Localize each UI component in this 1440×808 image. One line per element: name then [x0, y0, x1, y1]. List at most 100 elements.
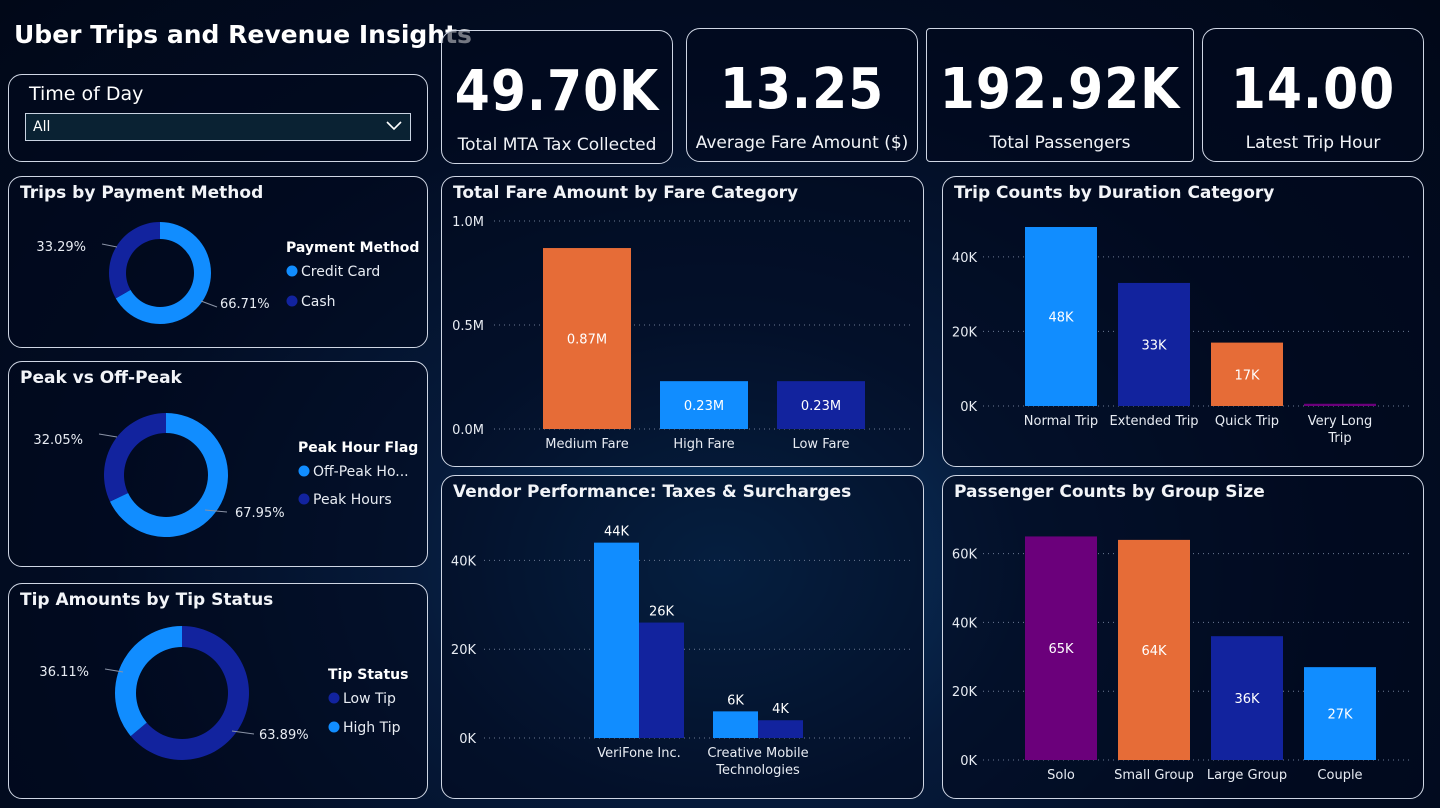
- legend-marker: [286, 265, 298, 277]
- y-tick-label: 60K: [952, 548, 978, 563]
- kpi-card-avg-fare: 13.25 Average Fare Amount ($): [686, 28, 918, 162]
- bar-data-label: 0.87M: [567, 333, 607, 348]
- bar-data-label: 64K: [1141, 644, 1167, 659]
- donut-slice[interactable]: [103, 413, 166, 502]
- x-tick-label: Couple: [1317, 768, 1362, 783]
- bar-data-label: 48K: [1048, 311, 1074, 326]
- slicer-label: Time of Day: [29, 83, 144, 105]
- kpi-label: Latest Trip Hour: [1245, 133, 1381, 153]
- duration-category-bar-chart: 0K 20K 40K 48K Normal Trip 33K Extended Trip 17…: [952, 227, 1411, 446]
- legend-title: Payment Method: [286, 240, 419, 256]
- x-tick-label: Small Group: [1114, 768, 1194, 783]
- x-tick-label: Large Group: [1207, 768, 1287, 783]
- kpi-card-passengers: 192.92K Total Passengers: [926, 28, 1194, 162]
- kpi-value: 49.70K: [454, 59, 660, 124]
- legend-item[interactable]: Off-Peak Ho...: [313, 464, 409, 480]
- x-tick-label: High Fare: [673, 437, 734, 452]
- kpi-label: Total MTA Tax Collected: [457, 135, 657, 155]
- y-tick-label: 20K: [952, 685, 978, 700]
- x-tick-label: VeriFone Inc.: [597, 746, 681, 761]
- time-of-day-slicer: Time of Day All: [8, 74, 428, 162]
- x-tick-label: Trip: [1327, 431, 1351, 446]
- kpi-label: Total Passengers: [989, 133, 1131, 153]
- x-tick-label: Solo: [1047, 768, 1075, 783]
- y-tick-label: 20K: [952, 325, 978, 340]
- x-tick-label: Quick Trip: [1215, 414, 1279, 429]
- chevron-down-icon: [386, 121, 402, 131]
- y-tick-label: 20K: [451, 643, 477, 658]
- bar[interactable]: [639, 622, 684, 738]
- legend-item[interactable]: High Tip: [343, 720, 401, 736]
- bar-data-label: 4K: [772, 702, 789, 717]
- bar-data-label: 0.23M: [684, 399, 724, 414]
- slice-label: 32.05%: [33, 433, 83, 448]
- bar[interactable]: [758, 720, 803, 738]
- fare-category-card: Total Fare Amount by Fare Category 0.0M 0…: [441, 176, 924, 467]
- x-tick-label: Normal Trip: [1024, 414, 1098, 429]
- y-tick-label: 0.5M: [452, 319, 484, 334]
- bar-data-label: 26K: [649, 605, 675, 620]
- slice-label: 63.89%: [259, 728, 309, 743]
- legend-marker: [298, 465, 310, 477]
- leader-line: [200, 300, 218, 308]
- legend-marker: [286, 295, 298, 307]
- bar-data-label: 17K: [1234, 368, 1260, 383]
- bar-data-label: 65K: [1048, 642, 1074, 657]
- y-tick-label: 40K: [952, 616, 978, 631]
- x-tick-label: Very Long: [1308, 414, 1373, 429]
- x-tick-label: Creative Mobile: [707, 746, 808, 761]
- tip-card: Tip Amounts by Tip Status 63.89% 36.11% Ti…: [8, 583, 428, 799]
- bar-data-label: 33K: [1141, 338, 1167, 353]
- legend-item[interactable]: Peak Hours: [313, 492, 392, 508]
- vendor-performance-bar-chart: 0K 20K 40K 44K 26K VeriFone Inc. 6K 4K Creative …: [451, 525, 912, 778]
- time-of-day-dropdown[interactable]: All: [25, 113, 411, 141]
- kpi-value: 192.92K: [939, 57, 1181, 122]
- kpi-value: 14.00: [1230, 57, 1396, 122]
- bar[interactable]: [713, 711, 758, 738]
- bar-data-label: 44K: [604, 525, 630, 540]
- kpi-value: 13.25: [719, 57, 885, 122]
- dropdown-value: All: [33, 119, 51, 135]
- bar[interactable]: [594, 542, 639, 738]
- y-tick-label: 40K: [952, 251, 978, 266]
- legend-marker: [328, 692, 340, 704]
- bar-data-label: 27K: [1327, 708, 1353, 723]
- group-size-bar-chart: 0K 20K 40K 60K 65K Solo 64K Small Group 36K Large…: [952, 536, 1411, 783]
- y-tick-label: 0K: [459, 732, 476, 747]
- kpi-label: Average Fare Amount ($): [695, 133, 909, 153]
- y-tick-label: 1.0M: [452, 215, 484, 230]
- leader-line: [101, 243, 118, 248]
- vendor-performance-card: Vendor Performance: Taxes & Surcharges 0…: [441, 475, 924, 799]
- bar-data-label: 6K: [727, 693, 744, 708]
- donut-slice[interactable]: [108, 222, 160, 299]
- kpi-card-mta-tax: 49.70K Total MTA Tax Collected: [441, 30, 673, 164]
- y-tick-label: 0.0M: [452, 423, 484, 438]
- bar-data-label: 36K: [1234, 692, 1260, 707]
- fare-category-bar-chart: 0.0M 0.5M 1.0M 0.87M Medium Fare 0.23M High Fa…: [452, 215, 912, 452]
- slice-label: 36.11%: [39, 665, 89, 680]
- donut-slice[interactable]: [115, 626, 182, 737]
- x-tick-label: Low Fare: [792, 437, 849, 452]
- legend-item[interactable]: Credit Card: [301, 264, 380, 280]
- slice-label: 67.95%: [235, 506, 285, 521]
- page-title: Uber Trips and Revenue Insights: [14, 20, 472, 49]
- peak-donut-chart: 67.95% 32.05% Peak Hour Flag Off-Peak Ho...…: [33, 413, 418, 537]
- duration-category-card: Trip Counts by Duration Category 0K 20K 40…: [942, 176, 1424, 467]
- legend-item[interactable]: Low Tip: [343, 691, 396, 707]
- y-tick-label: 40K: [451, 554, 477, 569]
- legend-marker: [298, 493, 310, 505]
- legend-marker: [328, 721, 340, 733]
- legend-title: Tip Status: [328, 667, 408, 683]
- group-size-card: Passenger Counts by Group Size 0K 20K 40K 6…: [942, 475, 1424, 799]
- y-tick-label: 0K: [960, 754, 977, 769]
- tip-donut-chart: 63.89% 36.11% Tip Status Low Tip High Tip: [39, 626, 408, 760]
- x-tick-label: Extended Trip: [1109, 414, 1198, 429]
- payment-method-donut-chart: 66.71% 33.29% Payment Method Credit Card Cas…: [36, 222, 419, 324]
- legend-item[interactable]: Cash: [301, 294, 336, 310]
- bar-data-label: 0.23M: [801, 399, 841, 414]
- y-tick-label: 0K: [960, 400, 977, 415]
- slice-label: 33.29%: [36, 240, 86, 255]
- bar[interactable]: [1304, 403, 1376, 406]
- leader-line: [98, 433, 118, 438]
- peak-card: Peak vs Off-Peak 67.95% 32.05% Peak Hour F…: [8, 361, 428, 567]
